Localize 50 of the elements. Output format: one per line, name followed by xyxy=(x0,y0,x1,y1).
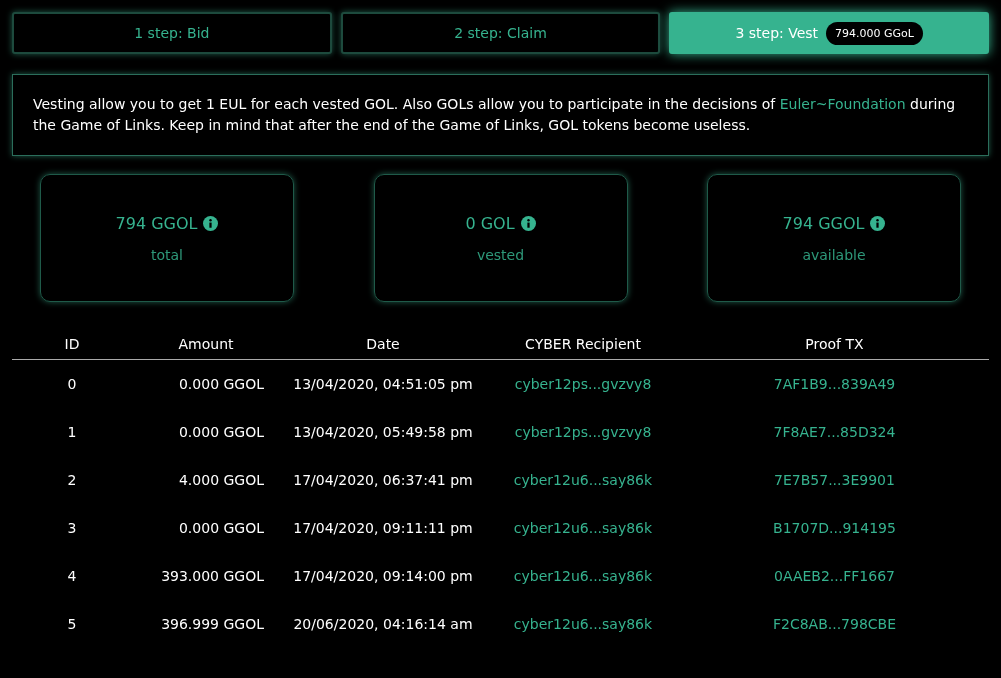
table-link[interactable]: B1707D...914195 xyxy=(773,520,896,536)
balance-badge: 794.000 GGoL xyxy=(826,21,923,45)
table-link[interactable]: cyber12u6...say86k xyxy=(513,520,653,536)
stat-label: available xyxy=(802,246,866,263)
stat-label: vested xyxy=(476,246,525,263)
table-link[interactable]: cyber12u6...say86k xyxy=(513,616,653,632)
table-cell: 17/04/2020, 09:14:00 pm xyxy=(293,568,473,584)
table-cell: 396.999 GGOL xyxy=(161,616,264,632)
table-cell: 13/04/2020, 04:51:05 pm xyxy=(293,376,473,392)
table-cell: 0 xyxy=(67,376,77,392)
table-cell: 17/04/2020, 06:37:41 pm xyxy=(293,472,473,488)
info-icon[interactable] xyxy=(520,215,536,231)
column-header: CYBER Recipient xyxy=(486,336,680,360)
table-cell: 20/06/2020, 04:16:14 am xyxy=(293,616,473,632)
table-link[interactable]: 7E7B57...3E9901 xyxy=(774,472,895,488)
table-cell: 3 xyxy=(67,520,77,536)
table-link[interactable]: 7F8AE7...85D324 xyxy=(773,424,896,440)
column-header: Proof TX xyxy=(680,336,989,360)
vesting-notice: Vesting allow you to get 1 EUL for each vested GOL. Also GOLs allow you to participate in the decisions of Euler~Foundation during the Game of Links. Keep in mind that after the end of the Game of Links, GOL tokens become useless. xyxy=(12,74,989,156)
step-tab[interactable]: 1 step: Bid xyxy=(12,12,332,54)
foundation-link[interactable]: Euler~Foundation xyxy=(779,96,906,112)
table-cell: 0.000 GGOL xyxy=(178,424,264,440)
table-cell: 2 xyxy=(67,472,77,488)
table-cell: 13/04/2020, 05:49:58 pm xyxy=(293,424,473,440)
table-cell: 393.000 GGOL xyxy=(161,568,264,584)
info-icon[interactable] xyxy=(870,215,886,231)
stat-value: 794 GGOL xyxy=(115,213,198,233)
table-cell: 1 xyxy=(67,424,77,440)
table-cell: 5 xyxy=(67,616,77,632)
table-cell: 4.000 GGOL xyxy=(178,472,264,488)
column-header: Amount xyxy=(132,336,280,360)
table-link[interactable]: F2C8AB...798CBE xyxy=(772,616,897,632)
column-header: Date xyxy=(280,336,486,360)
table-link[interactable]: cyber12u6...say86k xyxy=(513,472,653,488)
table-link[interactable]: cyber12ps...gvzvy8 xyxy=(514,424,652,440)
table-cell: 0.000 GGOL xyxy=(178,520,264,536)
info-icon[interactable] xyxy=(203,215,219,231)
table-link[interactable]: cyber12u6...say86k xyxy=(513,568,653,584)
column-header: ID xyxy=(12,336,132,360)
stat-value: 794 GGOL xyxy=(782,213,865,233)
stat-value: 0 GOL xyxy=(465,213,515,233)
step-tab[interactable]: 2 step: Claim xyxy=(340,12,661,54)
table-cell: 0.000 GGOL xyxy=(178,376,264,392)
table-cell: 4 xyxy=(67,568,77,584)
step-tab[interactable]: 3 step: Vest 794.000 GGoL xyxy=(669,12,989,54)
table-cell: 17/04/2020, 09:11:11 pm xyxy=(293,520,473,536)
table-link[interactable]: 0AAEB2...FF1667 xyxy=(774,568,895,584)
stat-label: total xyxy=(151,246,183,263)
table-link[interactable]: cyber12ps...gvzvy8 xyxy=(514,376,652,392)
table-link[interactable]: 7AF1B9...839A49 xyxy=(773,376,896,392)
